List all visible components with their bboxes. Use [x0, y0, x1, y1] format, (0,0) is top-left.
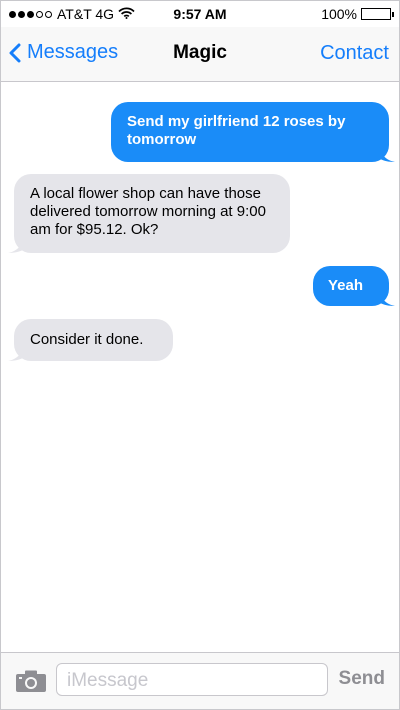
back-button[interactable]: Messages: [9, 41, 118, 64]
battery-icon: [361, 8, 394, 20]
status-right: 100%: [321, 6, 394, 22]
compose-bar: iMessage Send: [1, 652, 399, 709]
navigation-bar: Messages Magic Contact: [1, 27, 399, 82]
contact-button[interactable]: Contact: [320, 42, 389, 65]
message-input[interactable]: iMessage: [56, 663, 328, 696]
bubble-tail: [8, 237, 24, 253]
camera-icon[interactable]: [15, 669, 47, 698]
phone-screen: AT&T 4G 9:57 AM 100% Messages Magic Cont…: [0, 0, 400, 710]
message-input-placeholder: iMessage: [67, 670, 149, 691]
message-bubble-sent[interactable]: Send my girlfriend 12 roses by tomorrow: [111, 102, 395, 162]
message-text: Yeah: [328, 277, 364, 294]
chevron-left-icon: [9, 43, 21, 62]
message-text: A local flower shop can have those deliv…: [30, 185, 266, 238]
message-bubble-sent[interactable]: Yeah: [313, 266, 395, 306]
bubble-tail: [8, 345, 24, 361]
message-list[interactable]: Send my girlfriend 12 roses by tomorrow …: [1, 82, 399, 653]
message-bubble-received[interactable]: Consider it done.: [8, 319, 173, 361]
back-button-label: Messages: [27, 41, 119, 63]
message-bubble-received[interactable]: A local flower shop can have those deliv…: [8, 174, 290, 253]
send-button[interactable]: Send: [339, 668, 385, 690]
message-text: Send my girlfriend 12 roses by tomorrow: [127, 113, 346, 148]
bubble-tail: [379, 146, 395, 162]
battery-percent: 100%: [321, 6, 357, 22]
message-text: Consider it done.: [30, 331, 144, 348]
bubble-tail: [379, 290, 395, 306]
status-bar: AT&T 4G 9:57 AM 100%: [1, 1, 399, 27]
